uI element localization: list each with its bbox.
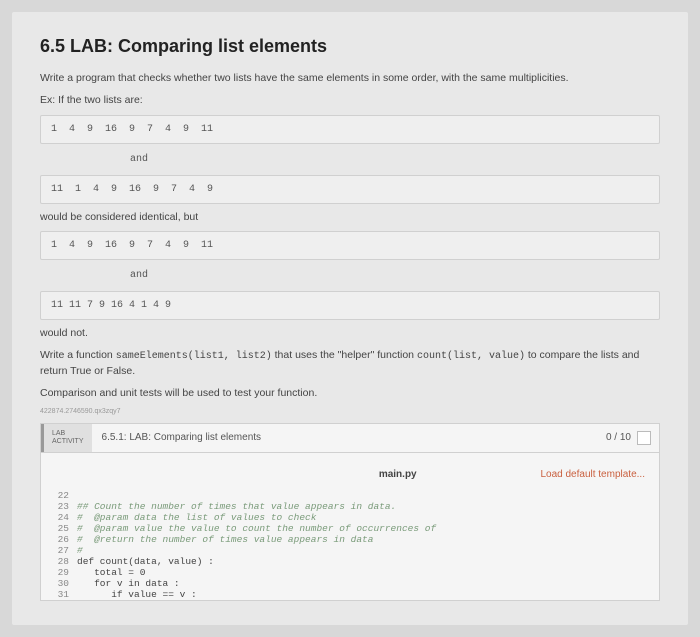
description-5: Write a function sameElements(list1, lis… (40, 348, 660, 380)
code-text[interactable]: # @param value the value to count the nu… (77, 523, 436, 534)
description-3: would be considered identical, but (40, 210, 660, 226)
line-number: 30 (55, 578, 77, 589)
code-inline: count(list, value) (417, 351, 525, 362)
code-inline: sameElements(list1, list2) (116, 351, 272, 362)
line-number: 24 (55, 512, 77, 523)
page-title: 6.5 LAB: Comparing list elements (40, 36, 660, 57)
and-separator-1: and (40, 150, 660, 169)
code-line[interactable]: 24# @param data the list of values to ch… (55, 512, 645, 523)
code-text[interactable]: for v in data : (77, 578, 180, 589)
line-number: 22 (55, 490, 77, 501)
code-line[interactable]: 28def count(data, value) : (55, 556, 645, 567)
lab-tag-line2: ACTIVITY (52, 438, 84, 446)
code-text[interactable]: # @param data the list of values to chec… (77, 512, 316, 523)
code-text[interactable]: ## Count the number of times that value … (77, 501, 396, 512)
score-text: 0 / 10 (606, 432, 631, 443)
code-line[interactable]: 22 (55, 490, 645, 501)
text-fragment: Write a function (40, 349, 116, 361)
editor-toolbar: main.py Load default template... (55, 463, 645, 490)
code-line[interactable]: 23## Count the number of times that valu… (55, 501, 645, 512)
score-box-icon (637, 431, 651, 445)
lab-header: LAB ACTIVITY 6.5.1: LAB: Comparing list … (40, 423, 660, 453)
code-text[interactable]: # (77, 545, 83, 556)
line-number: 31 (55, 589, 77, 600)
code-text[interactable]: # @return the number of times value appe… (77, 534, 373, 545)
code-line[interactable]: 25# @param value the value to count the … (55, 523, 645, 534)
page-container: 6.5 LAB: Comparing list elements Write a… (12, 12, 688, 625)
tiny-id: 422874.2746590.qx3zqy7 (40, 408, 660, 415)
and-separator-2: and (40, 266, 660, 285)
description-6: Comparison and unit tests will be used t… (40, 386, 660, 402)
code-line[interactable]: 29 total = 0 (55, 567, 645, 578)
description-1: Write a program that checks whether two … (40, 71, 660, 87)
line-number: 28 (55, 556, 77, 567)
code-example-4: 11 11 7 9 16 4 1 4 9 (40, 291, 660, 320)
line-number: 25 (55, 523, 77, 534)
code-line[interactable]: 26# @return the number of times value ap… (55, 534, 645, 545)
code-line[interactable]: 27# (55, 545, 645, 556)
description-2: Ex: If the two lists are: (40, 93, 660, 109)
line-number: 26 (55, 534, 77, 545)
code-text[interactable]: total = 0 (77, 567, 145, 578)
line-number: 29 (55, 567, 77, 578)
description-4: would not. (40, 326, 660, 342)
filename-label: main.py (379, 469, 417, 480)
text-fragment: that uses the "helper" function (272, 349, 417, 361)
lab-title: 6.5.1: LAB: Comparing list elements (92, 424, 606, 452)
code-example-1: 1 4 9 16 9 7 4 9 11 (40, 115, 660, 144)
lab-tag: LAB ACTIVITY (41, 424, 92, 452)
editor-area: main.py Load default template... 2223## … (40, 453, 660, 601)
lab-tag-line1: LAB (52, 430, 84, 438)
code-line[interactable]: 30 for v in data : (55, 578, 645, 589)
code-text[interactable]: def count(data, value) : (77, 556, 214, 567)
line-number: 23 (55, 501, 77, 512)
code-editor[interactable]: 2223## Count the number of times that va… (55, 490, 645, 600)
line-number: 27 (55, 545, 77, 556)
lab-score: 0 / 10 (606, 424, 659, 452)
code-line[interactable]: 31 if value == v : (55, 589, 645, 600)
code-example-2: 11 1 4 9 16 9 7 4 9 (40, 175, 660, 204)
code-example-3: 1 4 9 16 9 7 4 9 11 (40, 231, 660, 260)
code-text[interactable]: if value == v : (77, 589, 197, 600)
load-default-link[interactable]: Load default template... (540, 469, 645, 480)
